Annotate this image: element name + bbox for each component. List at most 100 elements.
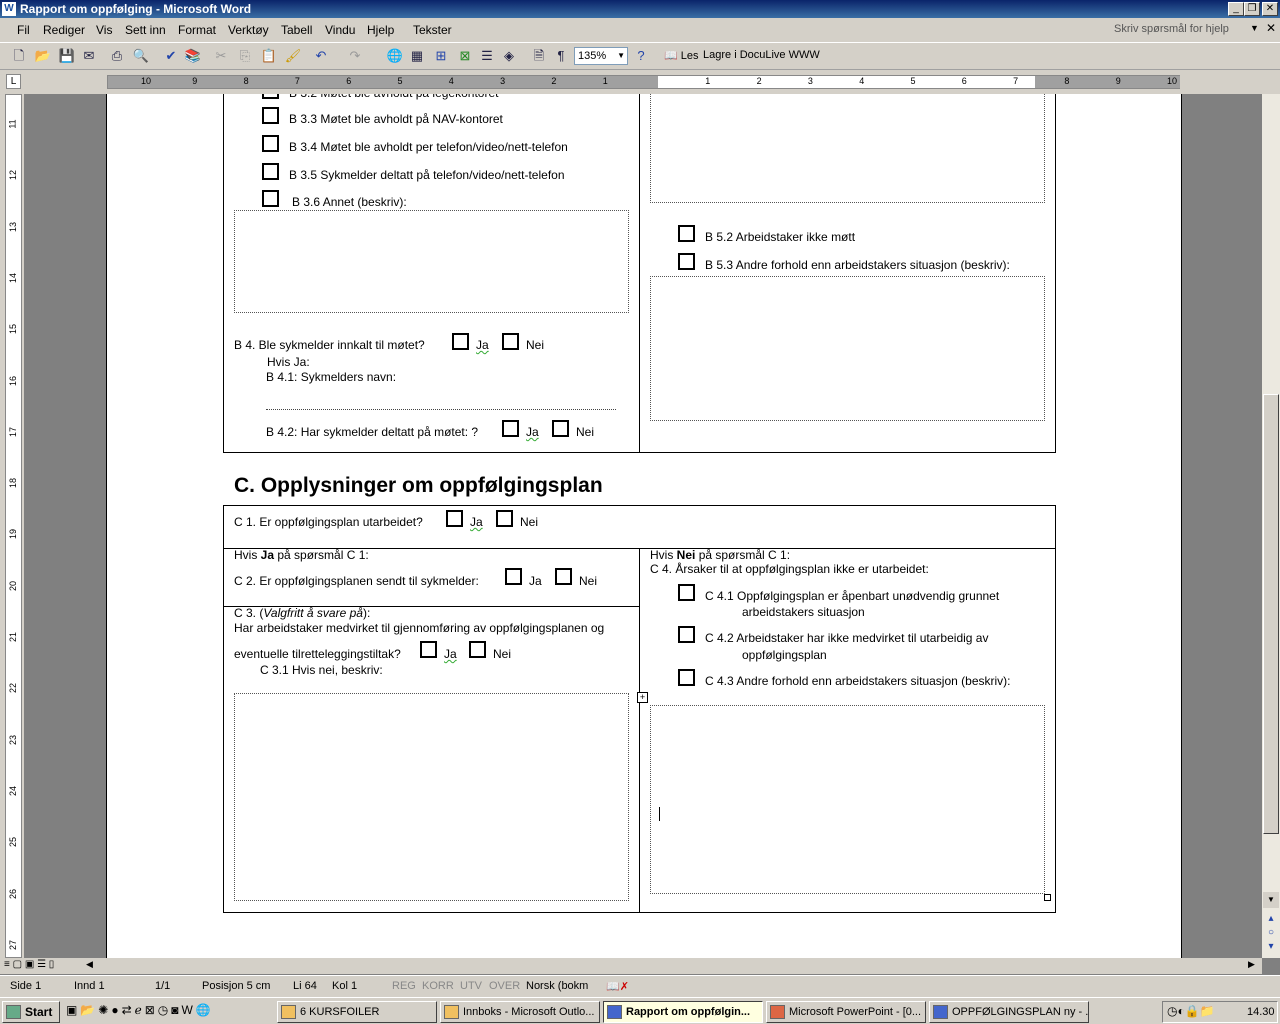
document-map-icon[interactable]: 🗎 [530,47,548,65]
status-ovr[interactable]: OVER [489,980,520,992]
menu-verktoy[interactable]: Verktøy [228,23,269,37]
research-icon[interactable]: 📚 [184,47,202,65]
textbox-c43[interactable] [650,705,1045,894]
vertical-scrollbar[interactable]: ▼ ▴ ○ ▾ [1262,94,1280,958]
textbox-b53[interactable] [650,276,1045,421]
cut-icon[interactable]: ✂ [212,47,230,65]
permission-icon[interactable]: ✉ [80,47,98,65]
horizontal-ruler[interactable]: 10 9 8 7 6 5 4 3 2 1 1 2 3 4 5 6 7 8 9 10 [107,75,1180,89]
read-button[interactable]: 📖 Les [664,49,699,62]
view-buttons-icon[interactable]: ≡ ▢ ▣ ☰ ▯ [4,959,54,970]
checkbox-b4-nei[interactable] [502,333,519,350]
table-move-handle-icon[interactable]: + [637,692,648,703]
spelling-icon[interactable]: ✔ [162,47,180,65]
insert-excel-icon[interactable]: ⊠ [456,47,474,65]
task-outlook[interactable]: Innboks - Microsoft Outlo... [440,1001,600,1023]
label-nei: Nei [576,425,595,439]
menu-sett-inn[interactable]: Sett inn [125,23,166,37]
checkbox-c2-ja[interactable] [505,568,522,585]
status-trk[interactable]: KORR [422,980,454,992]
tables-borders-icon[interactable]: ▦ [408,47,426,65]
undo-icon[interactable]: ↶ [312,47,330,65]
help-dropdown-icon[interactable]: ▼ [1250,23,1259,33]
sykmelder-name-field[interactable] [266,409,616,410]
scroll-right-icon[interactable]: ▶ [1248,959,1255,970]
textbox-b5-top[interactable] [650,94,1045,203]
task-powerpoint[interactable]: Microsoft PowerPoint - [0... [766,1001,926,1023]
hyperlink-icon[interactable]: 🌐 [386,47,404,65]
label-c41: C 4.1 Oppfølgingsplan er åpenbart unødve… [705,589,1000,603]
checkbox-b34[interactable] [262,135,279,152]
checkbox-c41[interactable] [678,584,695,601]
redo-icon[interactable]: ↷ [346,47,364,65]
tab-selector-icon[interactable]: L [6,74,21,89]
ruler-tick-label: 5 [910,76,916,86]
menu-hjelp[interactable]: Hjelp [367,23,394,37]
status-rec[interactable]: REG [392,980,416,992]
menu-tabell[interactable]: Tabell [281,23,312,37]
checkbox-b35[interactable] [262,163,279,180]
format-painter-icon[interactable]: 🖌 [284,47,302,65]
restore-button[interactable]: ❐ [1244,2,1260,16]
checkbox-c1-ja[interactable] [446,510,463,527]
scroll-thumb[interactable] [1263,394,1279,834]
status-col: Kol 1 [332,980,358,992]
menu-tekster[interactable]: Tekster [413,23,452,37]
textbox-b36[interactable] [234,210,629,313]
print-icon[interactable]: ⎙ [108,47,126,65]
help-icon[interactable]: ? [632,47,650,65]
menu-fil[interactable]: Fil [17,23,30,37]
drawing-icon[interactable]: ◈ [500,47,518,65]
checkbox-c1-nei[interactable] [496,510,513,527]
task-kursfoiler[interactable]: 6 KURSFOILER [277,1001,437,1023]
checkbox-c3-ja[interactable] [420,641,437,658]
task-word-rapport[interactable]: Rapport om oppfølgin... [603,1001,763,1023]
scroll-left-icon[interactable]: ◀ [86,959,93,970]
label-c3-question: Har arbeidstaker medvirket til gjennomfø… [234,621,605,635]
paste-icon[interactable]: 📋 [260,47,278,65]
print-preview-icon[interactable]: 🔍 [132,47,150,65]
help-search-input[interactable]: Skriv spørsmål for hjelp [1114,23,1229,35]
label-c3-question-2: eventuelle tilretteleggingstiltak? [234,647,401,661]
quick-launch-icons[interactable]: ▣📂✺●⇄ℯ⊠◷◙W🌐 [66,1003,214,1017]
taskbar: Start ▣📂✺●⇄ℯ⊠◷◙W🌐 6 KURSFOILER Innboks -… [0,997,1280,1024]
tray-icons[interactable]: ◷◐🔒📁 [1167,1004,1215,1018]
new-document-icon[interactable]: 🗋 [10,47,28,65]
open-icon[interactable]: 📂 [34,47,52,65]
start-button[interactable]: Start [2,1001,60,1023]
textbox-c31[interactable] [234,693,629,901]
horizontal-scrollbar[interactable]: ≡ ▢ ▣ ☰ ▯ ◀ ▶ [0,958,1262,974]
show-hide-icon[interactable]: ¶ [552,47,570,65]
checkbox-b36[interactable] [262,190,279,207]
checkbox-b33[interactable] [262,107,279,124]
save-icon[interactable]: 💾 [58,47,76,65]
spelling-status-icon[interactable]: 📖✗ [606,980,629,993]
close-button[interactable]: ✕ [1262,2,1278,16]
menu-vindu[interactable]: Vindu [325,23,355,37]
task-word-oppfolgingsplan[interactable]: OPPFØLGINGSPLAN ny - ... [929,1001,1089,1023]
checkbox-c2-nei[interactable] [555,568,572,585]
checkbox-b53[interactable] [678,253,695,270]
columns-icon[interactable]: ☰ [478,47,496,65]
checkbox-b4-ja[interactable] [452,333,469,350]
menu-rediger[interactable]: Rediger [43,23,85,37]
checkbox-b42-nei[interactable] [552,420,569,437]
doc-close-icon[interactable]: ✕ [1266,21,1276,35]
checkbox-c3-nei[interactable] [469,641,486,658]
checkbox-b52[interactable] [678,225,695,242]
label-ja: Ja [476,338,489,352]
checkbox-c43[interactable] [678,669,695,686]
zoom-select[interactable]: 135% ▼ [574,47,628,65]
copy-icon[interactable]: ⎘ [236,47,254,65]
checkbox-c42[interactable] [678,626,695,643]
status-ext[interactable]: UTV [460,980,482,992]
insert-table-icon[interactable]: ⊞ [432,47,450,65]
resize-handle[interactable] [1044,894,1051,901]
scroll-down-icon[interactable]: ▼ [1263,892,1279,908]
menu-format[interactable]: Format [178,23,216,37]
checkbox-b42-ja[interactable] [502,420,519,437]
save-doculive-button[interactable]: Lagre i DocuLive WWW [703,49,820,61]
minimize-button[interactable]: _ [1228,2,1244,16]
browse-object-icons[interactable]: ▴ ○ ▾ [1263,912,1279,954]
menu-vis[interactable]: Vis [96,23,112,37]
